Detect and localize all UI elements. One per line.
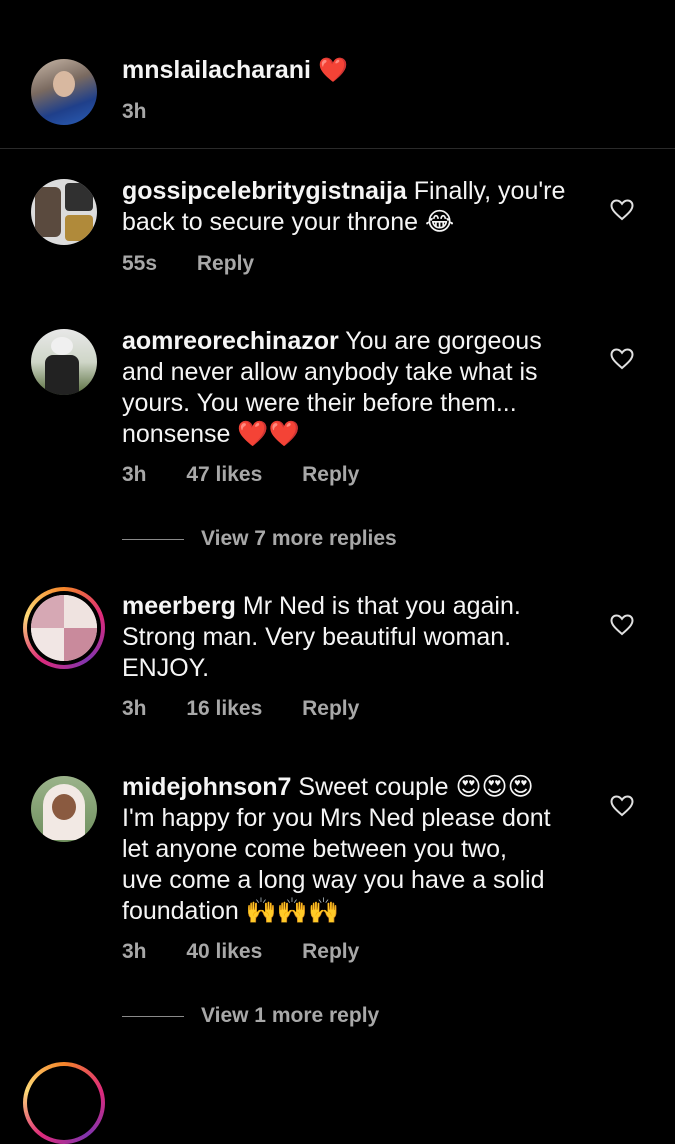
divider xyxy=(0,148,675,149)
caption-username[interactable]: mnslailacharani xyxy=(122,56,311,84)
story-ring[interactable] xyxy=(23,587,105,669)
heart-outline-icon[interactable] xyxy=(610,348,634,370)
comment-body: let anyone come between you two, xyxy=(122,835,507,863)
comment-meta: 3h 16 likes Reply xyxy=(122,697,359,721)
avatar[interactable] xyxy=(31,329,97,395)
avatar[interactable] xyxy=(31,595,97,661)
comment-time: 3h xyxy=(122,697,147,720)
heart-outline-icon[interactable] xyxy=(610,199,634,221)
heart-outline-icon[interactable] xyxy=(610,614,634,636)
comment-body: You are gorgeous xyxy=(338,327,542,355)
view-replies-label[interactable]: View 7 more replies xyxy=(201,527,397,550)
reply-button[interactable]: Reply xyxy=(197,252,254,276)
avatar[interactable] xyxy=(31,179,97,245)
story-ring[interactable] xyxy=(23,1062,105,1144)
comment-text: meerberg Mr Ned is that you again. Stron… xyxy=(122,591,582,684)
comment-body: back to secure your throne 😂 xyxy=(122,208,455,236)
reply-button[interactable]: Reply xyxy=(302,940,359,964)
likes-count[interactable]: 40 likes xyxy=(186,940,262,964)
caption-emoji: ❤️ xyxy=(317,57,348,84)
comment-meta: 3h 40 likes Reply xyxy=(122,940,359,964)
comment-time: 55s xyxy=(122,252,158,275)
view-more-replies[interactable]: View 7 more replies xyxy=(122,527,397,551)
comment-username[interactable]: midejohnson7 xyxy=(122,773,291,801)
caption-text: mnslailacharani ❤️ xyxy=(122,55,582,86)
comment-meta: 3h 47 likes Reply xyxy=(122,463,359,487)
likes-count[interactable]: 16 likes xyxy=(186,697,262,721)
comment-username[interactable]: meerberg xyxy=(122,592,236,620)
reply-button[interactable]: Reply xyxy=(302,463,359,487)
likes-count[interactable]: 47 likes xyxy=(186,463,262,487)
comment-body: foundation 🙌🙌🙌 xyxy=(122,897,340,925)
comment-time: 3h xyxy=(122,463,147,486)
comment-username[interactable]: aomreorechinazor xyxy=(122,327,339,355)
caption-time: 3h xyxy=(122,100,147,123)
view-more-replies[interactable]: View 1 more reply xyxy=(122,1004,379,1028)
comment-body: Mr Ned is that you again. xyxy=(235,592,521,620)
comment-body: Sweet couple 😍😍😍 xyxy=(291,773,534,801)
comment-body: ENJOY. xyxy=(122,654,210,682)
comment-text: gossipcelebritygistnaija Finally, you're… xyxy=(122,176,582,238)
avatar[interactable] xyxy=(31,59,97,125)
comment-text: midejohnson7 Sweet couple 😍😍😍 I'm happy … xyxy=(122,772,582,927)
comment-body: nonsense ❤️❤️ xyxy=(122,420,300,448)
view-replies-label[interactable]: View 1 more reply xyxy=(201,1004,379,1027)
divider-line xyxy=(122,538,184,540)
comment-body: yours. You were their before them... xyxy=(122,389,517,417)
comment-body: and never allow anybody take what is xyxy=(122,358,538,386)
comment-body: uve come a long way you have a solid xyxy=(122,866,545,894)
comment-body: I'm happy for you Mrs Ned please dont xyxy=(122,804,551,832)
heart-outline-icon[interactable] xyxy=(610,795,634,817)
reply-button[interactable]: Reply xyxy=(302,697,359,721)
avatar[interactable] xyxy=(31,776,97,842)
divider-line xyxy=(122,1015,184,1017)
comment-time: 3h xyxy=(122,940,147,963)
comment-meta: 55s Reply xyxy=(122,252,254,276)
caption-meta: 3h xyxy=(122,100,147,124)
comment-body: Strong man. Very beautiful woman. xyxy=(122,623,512,651)
comment-text: aomreorechinazor You are gorgeous and ne… xyxy=(122,326,582,450)
comment-username[interactable]: gossipcelebritygistnaija xyxy=(122,177,407,205)
comment-body: Finally, you're xyxy=(406,177,566,205)
